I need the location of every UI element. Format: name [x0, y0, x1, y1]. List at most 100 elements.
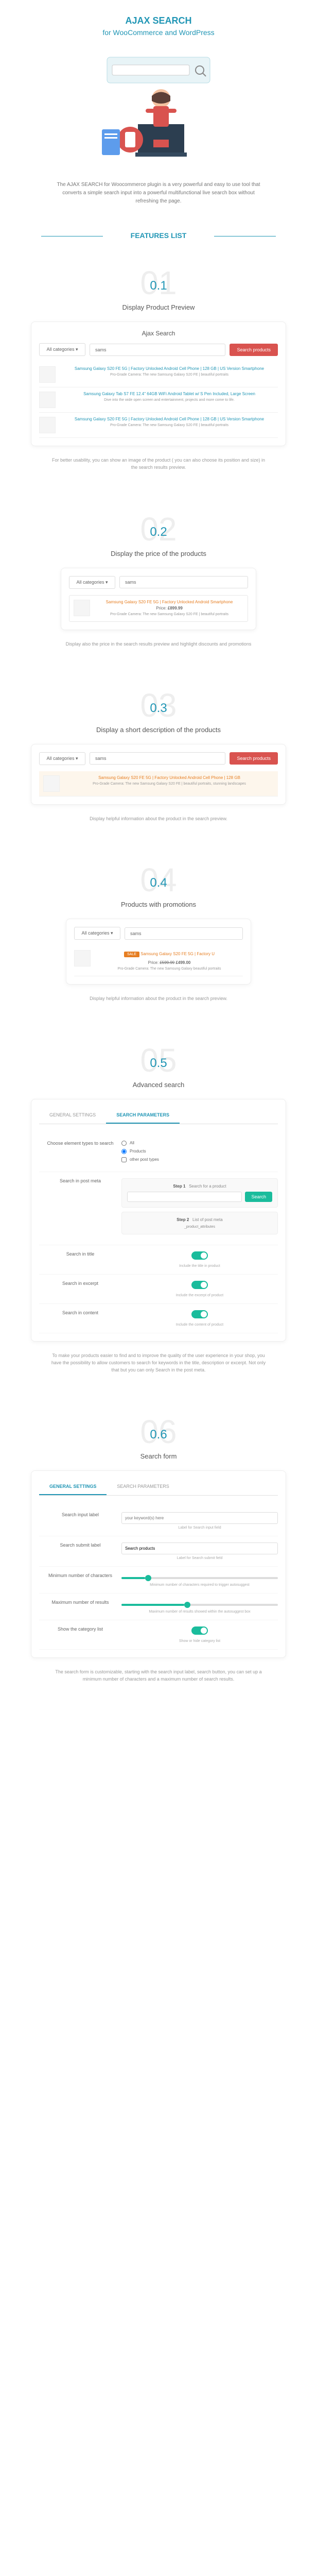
feature-desc: The search form is customizable, startin…: [50, 1668, 267, 1683]
feature-num: 0.3: [10, 701, 307, 716]
feature-title: Display the price of the products: [10, 550, 307, 557]
result-thumb: [39, 392, 56, 408]
feature-title: Display Product Preview: [10, 303, 307, 311]
hero-subtitle: for WooCommerce and WordPress: [10, 28, 307, 37]
result-desc: Pro-Grade Camera: The new Samsung Galaxy…: [65, 782, 274, 787]
mockup-search-form: GENERAL SETTINGS SEARCH PARAMETERS Searc…: [31, 1470, 286, 1658]
meta-field-chip: _product_attributes: [127, 1225, 272, 1229]
result-desc: Pro-Grade Camera: The new Samsung Galaxy…: [96, 967, 243, 972]
search-input[interactable]: [125, 927, 243, 940]
result-thumb: [39, 417, 56, 433]
form-row-search-excerpt: Search in excerpt Include the excerpt of…: [39, 1275, 278, 1304]
feature-title: Products with promotions: [10, 901, 307, 908]
form-label: Search in content: [39, 1310, 121, 1315]
category-select[interactable]: All categories ▾: [69, 576, 115, 589]
feature-03: 03 0.3 Display a short description of th…: [0, 673, 317, 848]
form-label: Minimum number of characters: [39, 1573, 121, 1578]
result-price: Price: £599.99 £499.00: [96, 960, 243, 965]
tab-general[interactable]: GENERAL SETTINGS: [39, 1479, 107, 1495]
toggle-category-list[interactable]: [191, 1626, 208, 1635]
form-hint: Show or hide category list: [121, 1639, 278, 1643]
search-input[interactable]: [119, 576, 248, 588]
search-input[interactable]: [90, 344, 225, 356]
result-item[interactable]: Samsung Galaxy S20 FE 5G | Factory Unloc…: [39, 362, 278, 387]
result-price: Price: £899.99: [95, 606, 243, 611]
checkbox-other[interactable]: other post types: [121, 1157, 278, 1162]
checkbox-all[interactable]: All: [121, 1141, 278, 1146]
hero-description: The AJAX SEARCH for Woocommerce plugin i…: [50, 181, 267, 206]
hero-section: AJAX SEARCH for WooCommerce and WordPres…: [0, 0, 317, 221]
form-label: Search input label: [39, 1512, 121, 1517]
result-item[interactable]: Samsung Galaxy S20 FE 5G | Factory Unloc…: [69, 595, 248, 622]
mockup-heading: Ajax Search: [39, 330, 278, 337]
result-desc: Pro-Grade Camera: The new Samsung Galaxy…: [61, 372, 278, 378]
tab-search-params[interactable]: SEARCH PARAMETERS: [106, 1107, 180, 1124]
result-thumb: [74, 600, 90, 616]
feature-num: 0.4: [10, 876, 307, 890]
result-item[interactable]: Samsung Galaxy S20 FE 5G | Factory Unloc…: [39, 771, 278, 796]
result-item[interactable]: Samsung Galaxy S20 FE 5G | Factory Unloc…: [39, 413, 278, 438]
feature-num: 0.1: [10, 279, 307, 293]
feature-desc: To make your products easier to find and…: [50, 1352, 267, 1374]
feature-num: 0.2: [10, 525, 307, 539]
settings-tabs: GENERAL SETTINGS SEARCH PARAMETERS: [39, 1107, 278, 1124]
min-chars-slider[interactable]: [121, 1577, 278, 1579]
settings-tabs: GENERAL SETTINGS SEARCH PARAMETERS: [39, 1479, 278, 1496]
mockup-product-preview: Ajax Search All categories ▾ Search prod…: [31, 321, 286, 446]
result-item[interactable]: Samsung Galaxy Tab S7 FE 12.4" 64GB WiFi…: [39, 387, 278, 413]
feature-04: 04 0.4 Products with promotions All cate…: [0, 848, 317, 1028]
result-title: Samsung Galaxy S20 FE 5G | Factory Unloc…: [95, 600, 243, 604]
search-button[interactable]: Search products: [230, 752, 278, 765]
search-button[interactable]: Search products: [230, 344, 278, 356]
result-item[interactable]: SALE Samsung Galaxy S20 FE 5G | Factory …: [74, 946, 243, 976]
form-row-search-title: Search in title Include the title in pro…: [39, 1245, 278, 1275]
form-hint: Maximum number of results showed within …: [121, 1610, 278, 1614]
result-desc: Pro-Grade Camera: The new Samsung Galaxy…: [61, 423, 278, 428]
checkbox-products[interactable]: Products: [121, 1149, 278, 1154]
mockup-promotions: All categories ▾ SALE Samsung Galaxy S20…: [66, 919, 251, 985]
feature-title: Advanced search: [10, 1081, 307, 1089]
feature-desc: Display helpful information about the pr…: [50, 815, 267, 822]
form-row-post-meta: Search in post meta Step 1 Search for a …: [39, 1172, 278, 1245]
result-desc: Dive into the wide open screen and enter…: [61, 398, 278, 403]
form-label: Choose element types to search: [39, 1141, 121, 1146]
meta-search-input[interactable]: [127, 1192, 242, 1202]
search-input[interactable]: [90, 752, 225, 765]
form-row-min-chars: Minimum number of characters Minimum num…: [39, 1567, 278, 1594]
tab-search-params[interactable]: SEARCH PARAMETERS: [107, 1479, 179, 1495]
toggle-excerpt[interactable]: [191, 1281, 208, 1289]
form-hint: Include the title in product: [121, 1264, 278, 1268]
results-list: Samsung Galaxy S20 FE 5G | Factory Unloc…: [39, 362, 278, 438]
feature-desc: Display also the price in the search res…: [50, 640, 267, 648]
input-label-field[interactable]: [121, 1512, 278, 1524]
result-title: Samsung Galaxy S20 FE 5G | Factory U: [140, 952, 215, 956]
form-row-submit-label: Search submit label Label for Search sub…: [39, 1536, 278, 1567]
feature-01: 01 0.1 Display Product Preview Ajax Sear…: [0, 251, 317, 497]
submit-label-field[interactable]: [121, 1543, 278, 1554]
sale-badge: SALE: [124, 952, 139, 957]
feature-05: 05 0.5 Advanced search GENERAL SETTINGS …: [0, 1028, 317, 1400]
mockup-advanced-search: GENERAL SETTINGS SEARCH PARAMETERS Choos…: [31, 1099, 286, 1342]
features-heading-text: FEATURES LIST: [131, 231, 187, 240]
form-row-element-types: Choose element types to search All Produ…: [39, 1134, 278, 1172]
category-select[interactable]: All categories ▾: [39, 343, 85, 356]
features-heading: FEATURES LIST: [0, 221, 317, 251]
category-select[interactable]: All categories ▾: [39, 752, 85, 765]
result-thumb: [74, 950, 91, 967]
max-results-slider[interactable]: [121, 1604, 278, 1606]
feature-title: Display a short description of the produ…: [10, 726, 307, 734]
form-hint: Minimum number of characters required to…: [121, 1583, 278, 1587]
tab-general[interactable]: GENERAL SETTINGS: [39, 1107, 106, 1124]
form-hint: Label for Search submit field: [121, 1556, 278, 1560]
hero-illustration: [86, 52, 231, 165]
result-title: Samsung Galaxy S20 FE 5G | Factory Unloc…: [65, 775, 274, 780]
toggle-title[interactable]: [191, 1251, 208, 1260]
result-thumb: [39, 366, 56, 383]
form-row-category-list: Show the category list Show or hide cate…: [39, 1620, 278, 1650]
form-label: Search submit label: [39, 1543, 121, 1548]
category-select[interactable]: All categories ▾: [74, 927, 120, 940]
toggle-content[interactable]: [191, 1310, 208, 1318]
meta-search-button[interactable]: Search: [245, 1192, 272, 1202]
form-hint: Label for Search input field: [121, 1526, 278, 1530]
feature-06: 06 0.6 Search form GENERAL SETTINGS SEAR…: [0, 1400, 317, 1709]
